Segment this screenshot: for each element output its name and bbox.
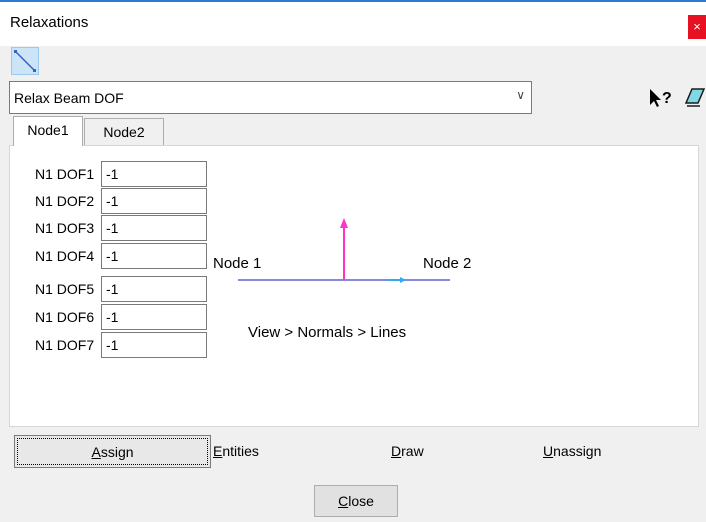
dof-input[interactable] — [101, 304, 207, 330]
assign-label-rest: ssign — [100, 444, 134, 460]
dof-input[interactable] — [101, 243, 207, 269]
close-button[interactable]: Close — [314, 485, 398, 517]
close-label-rest: lose — [348, 493, 374, 509]
beam-diagram-svg: Node 1 Node 2 View > Normals > Lines — [213, 218, 471, 341]
assign-label-mnemonic: A — [91, 444, 101, 460]
eraser-icon — [684, 88, 706, 107]
dof-input[interactable] — [101, 276, 207, 302]
draw-button[interactable]: Draw — [391, 435, 451, 468]
dof-input[interactable] — [101, 215, 207, 241]
close-label-mnemonic: C — [338, 493, 349, 509]
draw-label-rest: raw — [401, 443, 424, 459]
line-tool-icon — [14, 50, 36, 72]
dof-label: N1 DOF3 — [35, 220, 95, 236]
relaxation-type-value: Relax Beam DOF — [14, 90, 124, 106]
dof-label: N1 DOF6 — [35, 309, 95, 325]
direction-arrow-head — [400, 277, 406, 283]
normal-arrow-head — [340, 218, 348, 228]
svg-text:?: ? — [662, 90, 672, 107]
draw-label-mnemonic: D — [391, 443, 402, 459]
unassign-label-mnemonic: U — [543, 443, 554, 459]
node2-label: Node 2 — [423, 255, 471, 272]
dof-input[interactable] — [101, 188, 207, 214]
dof-label: N1 DOF2 — [35, 193, 95, 209]
dof-input[interactable] — [101, 332, 207, 358]
dof-label: N1 DOF4 — [35, 248, 95, 264]
window-close-button[interactable]: × — [688, 15, 706, 39]
beam-diagram: Node 1 Node 2 View > Normals > Lines — [210, 162, 489, 391]
unassign-label-rest: nassign — [553, 443, 602, 459]
dof-label: N1 DOF5 — [35, 281, 95, 297]
title-bar — [0, 0, 706, 46]
entities-label-rest: ntities — [222, 443, 259, 459]
entities-button[interactable]: Entities — [213, 435, 323, 468]
assign-button[interactable]: Assign — [14, 435, 211, 468]
diagram-caption: View > Normals > Lines — [248, 324, 406, 341]
tab-node1[interactable]: Node1 — [13, 116, 83, 146]
unassign-button[interactable]: Unassign — [543, 435, 633, 468]
node1-label: Node 1 — [213, 255, 261, 272]
context-help-icon: ? — [650, 89, 672, 107]
line-tool-button[interactable] — [11, 47, 39, 75]
window-title: Relaxations — [10, 14, 89, 31]
relaxation-type-select[interactable]: Relax Beam DOF ∨ — [9, 81, 532, 114]
context-help-button[interactable]: ? — [647, 86, 677, 110]
chevron-down-icon: ∨ — [516, 88, 525, 102]
entities-label-mnemonic: E — [213, 443, 223, 459]
tab-node2[interactable]: Node2 — [84, 118, 164, 146]
eraser-button[interactable] — [684, 86, 706, 110]
dof-label: N1 DOF1 — [35, 166, 95, 182]
dof-label: N1 DOF7 — [35, 337, 95, 353]
dof-input[interactable] — [101, 161, 207, 187]
